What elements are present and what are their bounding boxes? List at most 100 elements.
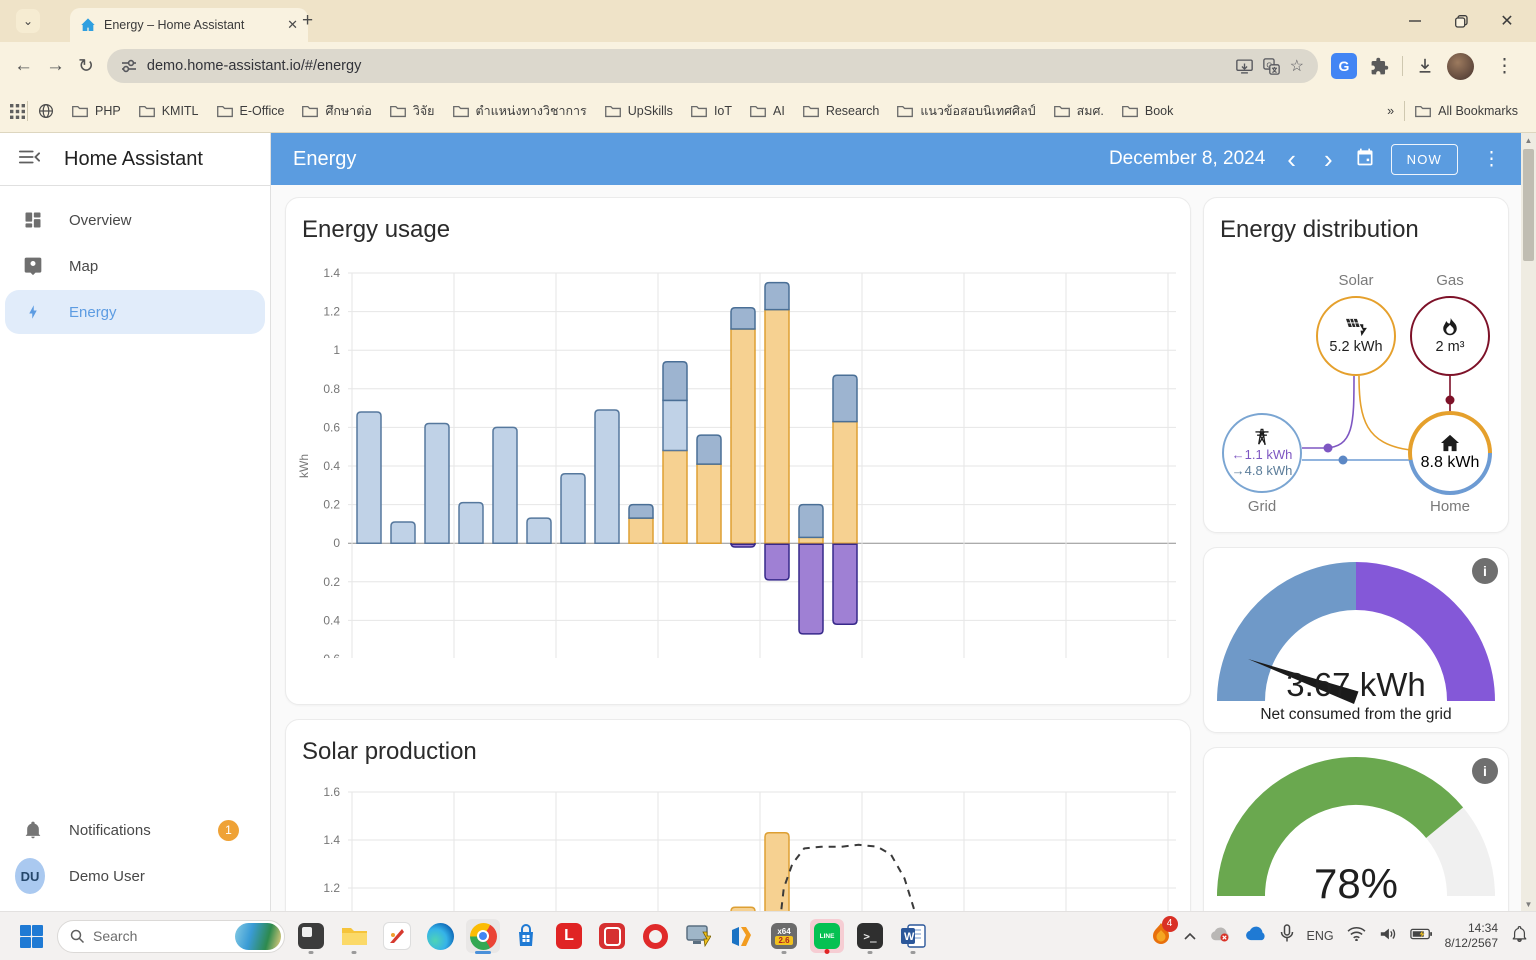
install-app-icon[interactable] [1236, 59, 1253, 74]
browser-menu-icon[interactable]: ⋮ [1487, 55, 1522, 78]
bookmark-item[interactable]: Research [795, 100, 888, 122]
chrome-browser-app[interactable] [466, 919, 500, 953]
previous-day-icon[interactable]: ‹ [1281, 149, 1302, 169]
tray-bell-icon[interactable] [1511, 925, 1528, 948]
bookmark-item[interactable]: วิจัย [382, 97, 443, 125]
sync-error-cloud-icon[interactable] [1209, 926, 1231, 947]
search-daily-image[interactable] [235, 923, 281, 950]
l-app[interactable]: L [552, 919, 586, 953]
tray-time: 14:34 [1445, 921, 1498, 936]
bookmark-item[interactable]: UpSkills [597, 100, 681, 122]
address-bar[interactable]: demo.home-assistant.io/#/energy G ☆ [107, 49, 1318, 83]
bookmark-item[interactable]: แนวข้อสอบนิเทศศิลป์ [889, 97, 1043, 125]
utility-app[interactable] [380, 919, 414, 953]
bookmark-item[interactable]: IoT [683, 100, 740, 122]
apps-grid-icon[interactable] [10, 104, 25, 119]
wifi-icon[interactable] [1347, 926, 1366, 946]
extensions-puzzle-icon[interactable] [1370, 57, 1389, 76]
url-text[interactable]: demo.home-assistant.io/#/energy [147, 58, 1226, 74]
grid-node-label: Grid [1207, 498, 1317, 515]
gas-node[interactable]: 2 m³ [1410, 296, 1490, 376]
now-button[interactable]: NOW [1391, 144, 1458, 175]
next-day-icon[interactable]: › [1318, 149, 1339, 169]
bookmark-item[interactable]: ตำแหน่งทางวิชาการ [445, 97, 595, 125]
reload-icon[interactable]: ↻ [78, 55, 94, 78]
bookmark-item[interactable]: AI [742, 100, 793, 122]
tray-notification-app[interactable]: 4 [1151, 922, 1171, 951]
back-icon[interactable]: ← [14, 55, 33, 77]
opera-browser-app[interactable] [638, 919, 672, 953]
dashboard-icon [21, 210, 45, 230]
header-menu-icon[interactable]: ⋮ [1474, 148, 1509, 171]
volume-icon[interactable] [1379, 926, 1397, 947]
sidebar-item-overview[interactable]: Overview [5, 198, 265, 242]
browser-profile-avatar[interactable] [1447, 53, 1474, 80]
translate-page-icon[interactable]: G [1263, 58, 1280, 75]
sidebar-item-map[interactable]: Map [5, 244, 265, 288]
microphone-icon[interactable] [1280, 924, 1294, 948]
tab-search-button[interactable]: ⌄ [16, 9, 40, 33]
page-title: Energy [293, 148, 356, 171]
bookmark-globe-icon[interactable] [30, 99, 62, 123]
site-settings-icon[interactable] [121, 58, 137, 74]
language-indicator[interactable]: ENG [1307, 929, 1334, 943]
bookmark-item[interactable]: Book [1114, 100, 1182, 122]
taskbar-search[interactable]: Search [57, 920, 285, 953]
window-restore-button[interactable] [1438, 0, 1484, 42]
all-bookmarks-button[interactable]: All Bookmarks [1407, 100, 1526, 122]
home-node[interactable]: 8.8 kWh [1408, 411, 1492, 495]
x64-tool-app[interactable]: x642.6 [767, 919, 801, 953]
bookmark-item[interactable]: KMITL [131, 100, 207, 122]
file-explorer-app[interactable] [337, 919, 371, 953]
word-app[interactable]: W [896, 919, 930, 953]
window-minimize-button[interactable] [1392, 0, 1438, 42]
new-tab-button[interactable]: + [302, 10, 313, 32]
tray-expand-icon[interactable] [1184, 927, 1196, 945]
tab-close-icon[interactable]: ✕ [287, 17, 298, 33]
home-node-value: 8.8 kWh [1421, 454, 1480, 472]
dev-tool-app[interactable] [724, 919, 758, 953]
browser-tab[interactable]: Energy – Home Assistant ✕ [70, 8, 308, 42]
solar-node[interactable]: 5.2 kWh [1316, 296, 1396, 376]
bookmark-item[interactable]: PHP [64, 100, 129, 122]
battery-icon[interactable] [1410, 927, 1432, 945]
microsoft-store-app[interactable] [509, 919, 543, 953]
energy-usage-chart[interactable]: 1.41.210.80.60.40.200.20.40.612:00 AM3:0… [286, 198, 1191, 658]
sidebar-notifications[interactable]: Notifications 1 [5, 808, 265, 852]
edge-browser-app[interactable] [423, 919, 457, 953]
svg-text:0.6: 0.6 [323, 420, 340, 434]
start-button[interactable] [14, 919, 48, 953]
downloads-icon[interactable] [1416, 57, 1434, 75]
bookmark-item[interactable]: ศึกษาต่อ [294, 97, 379, 125]
solar-production-card: Solar production 1.61.41.2 [285, 719, 1191, 912]
bookmark-item[interactable]: E-Office [209, 100, 293, 122]
sidebar-user[interactable]: DU Demo User [5, 854, 265, 898]
scroll-down-icon[interactable]: ▼ [1521, 900, 1536, 909]
task-view-app[interactable] [294, 919, 328, 953]
window-close-button[interactable]: ✕ [1484, 0, 1530, 42]
info-icon[interactable]: i [1472, 758, 1498, 784]
bookmarks-overflow-icon[interactable]: » [1379, 100, 1402, 122]
bookmark-item[interactable]: สมศ. [1046, 97, 1112, 125]
home-assistant-page: Home Assistant Overview Map Energy [0, 133, 1536, 912]
forward-icon[interactable]: → [46, 55, 65, 77]
svg-text:0.4: 0.4 [323, 459, 340, 473]
sidebar-item-energy[interactable]: Energy [5, 290, 265, 334]
sidebar-toggle-icon[interactable] [18, 148, 40, 171]
red-media-app[interactable] [595, 919, 629, 953]
line-app[interactable]: LINE [810, 919, 844, 953]
page-scrollbar[interactable]: ▲ ▼ [1521, 133, 1536, 912]
calendar-icon[interactable] [1355, 147, 1375, 172]
grid-node[interactable]: ←1.1 kWh →4.8 kWh [1222, 413, 1302, 493]
solar-production-chart[interactable]: 1.61.41.2 [286, 720, 1191, 912]
info-icon[interactable]: i [1472, 558, 1498, 584]
svg-text:0.8: 0.8 [323, 382, 340, 396]
pc-utility-app[interactable] [681, 919, 715, 953]
onedrive-icon[interactable] [1244, 926, 1267, 946]
translate-extension-icon[interactable]: G [1331, 53, 1357, 79]
bookmark-star-icon[interactable]: ☆ [1290, 56, 1304, 76]
scroll-up-icon[interactable]: ▲ [1521, 136, 1536, 145]
terminal-app[interactable]: >_ [853, 919, 887, 953]
clock[interactable]: 14:34 8/12/2567 [1445, 921, 1498, 951]
scrollbar-thumb[interactable] [1523, 149, 1534, 261]
